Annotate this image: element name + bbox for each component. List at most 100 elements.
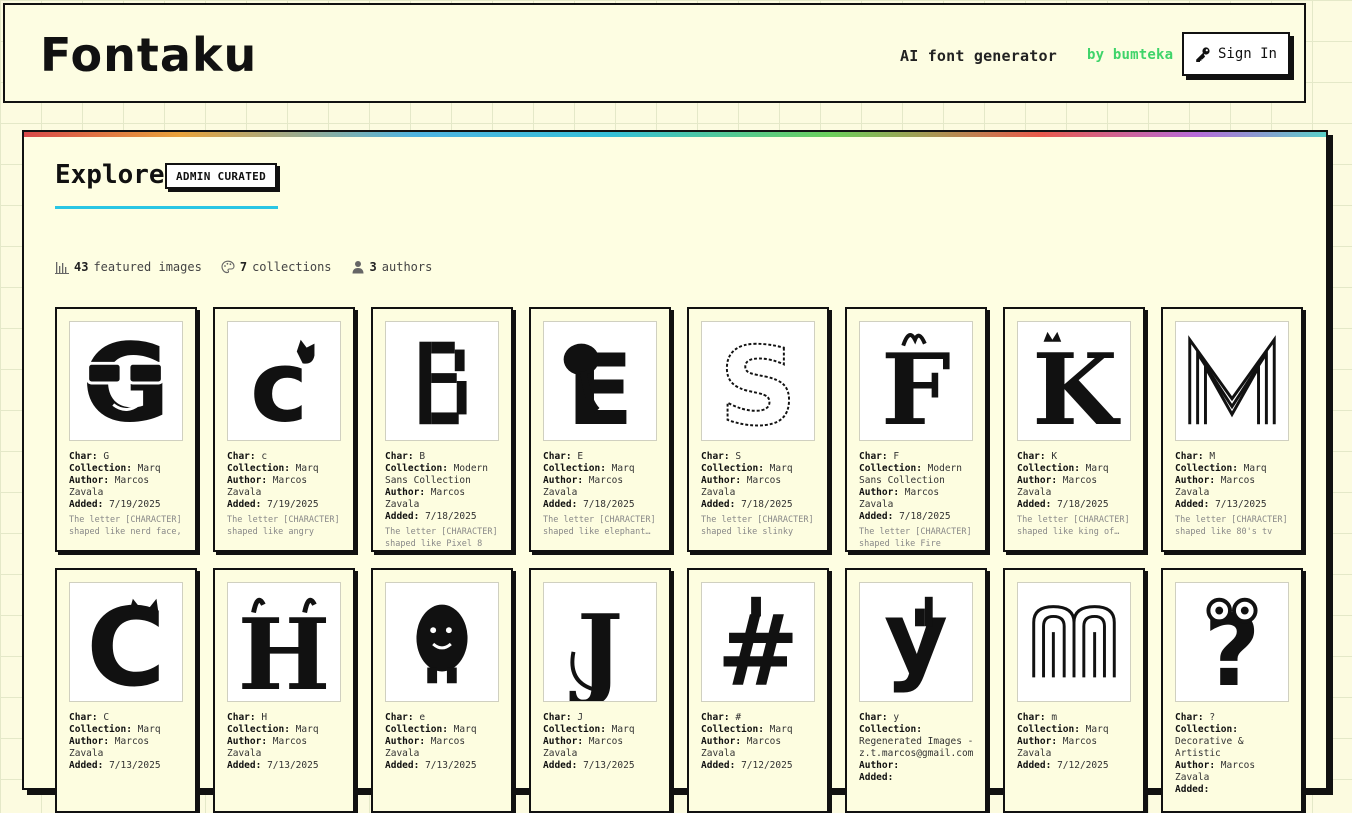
font-card-meta: Char: ? Collection: Decorative & Artistic… bbox=[1175, 712, 1293, 799]
card-prompt: The letter [CHARACTER] shaped like slink… bbox=[701, 515, 814, 537]
card-added-label: Added: bbox=[543, 760, 578, 771]
font-card-meta: Char: B Collection: Modern Sans Collectio… bbox=[385, 451, 503, 550]
card-collection: Collection: Marq bbox=[385, 724, 503, 736]
font-card-meta: Char: K Collection: Marq Author: Marcos Za… bbox=[1017, 451, 1135, 538]
card-collection: Collection: Marq bbox=[543, 724, 661, 736]
font-card-image[interactable]: C bbox=[69, 582, 183, 702]
card-author: Author: Marcos Zavala bbox=[1017, 475, 1135, 499]
font-card-image[interactable]: c bbox=[227, 321, 341, 441]
font-card[interactable]: G Char: G Collection: Marq Author: Marcos Z… bbox=[55, 307, 197, 552]
card-added-label: Added: bbox=[227, 760, 262, 771]
svg-text:F: F bbox=[881, 333, 951, 440]
card-added-label: Added: bbox=[1175, 499, 1210, 510]
card-author-label: Author: bbox=[543, 475, 584, 486]
font-card[interactable]: Char: m Collection: Marq Author: Marcos Za… bbox=[1003, 568, 1145, 813]
card-added: Added: 7/18/2025 bbox=[543, 499, 661, 511]
card-collection-value: Decorative & Artistic bbox=[1175, 736, 1244, 759]
card-collection-label: Collection: bbox=[543, 724, 606, 735]
card-char-label: Char: bbox=[69, 451, 98, 462]
font-card-image[interactable] bbox=[1017, 582, 1131, 702]
font-card-image[interactable]: ? bbox=[1175, 582, 1289, 702]
card-char-label: Char: bbox=[543, 451, 572, 462]
card-char-value: H bbox=[261, 712, 268, 723]
card-collection: Collection: Marq bbox=[1175, 463, 1293, 475]
font-card[interactable]: H Char: H Collection: Marq Author: Marcos Z… bbox=[213, 568, 355, 813]
card-char: Char: K bbox=[1017, 451, 1135, 463]
svg-text:K: K bbox=[1032, 333, 1121, 440]
card-collection-value: Marq bbox=[137, 463, 161, 474]
font-card[interactable]: ? Char: ? Collection: Decorative & Artisti… bbox=[1161, 568, 1303, 813]
font-card[interactable]: K Char: K Collection: Marq Author: Marcos Z… bbox=[1003, 307, 1145, 552]
font-card-image[interactable] bbox=[385, 321, 499, 441]
font-card[interactable]: Char: B Collection: Modern Sans Collectio… bbox=[371, 307, 513, 552]
font-card-image[interactable]: F bbox=[859, 321, 973, 441]
card-added: Added: 7/19/2025 bbox=[227, 499, 345, 511]
collections-label: collections bbox=[252, 260, 332, 274]
card-char: Char: S bbox=[701, 451, 819, 463]
font-card[interactable]: y Char: y Collection: Regenerated Images -… bbox=[845, 568, 987, 813]
font-card[interactable]: E Char: E Collection: Marq Author: Marcos Z… bbox=[529, 307, 671, 552]
stat-collections: 7 collections bbox=[221, 260, 332, 274]
font-card[interactable]: Char: M Collection: Marq Author: Marcos Za… bbox=[1161, 307, 1303, 552]
glyph-art: H bbox=[238, 597, 331, 701]
sign-in-label: Sign In bbox=[1217, 46, 1277, 62]
font-card-image[interactable] bbox=[1175, 321, 1289, 441]
logo[interactable]: Fontaku bbox=[40, 25, 257, 85]
font-card-image[interactable]: # bbox=[701, 582, 815, 702]
card-collection: Collection: Marq bbox=[69, 724, 187, 736]
font-card-image[interactable]: G bbox=[69, 321, 183, 441]
card-added-label: Added: bbox=[701, 760, 736, 771]
sign-in-button[interactable]: Sign In bbox=[1182, 32, 1290, 76]
stat-images: 43 featured images bbox=[55, 260, 202, 274]
card-collection: Collection: Marq bbox=[701, 463, 819, 475]
font-card-image[interactable]: H bbox=[227, 582, 341, 702]
font-card-image[interactable]: E bbox=[543, 321, 657, 441]
card-collection-value: Marq bbox=[769, 463, 793, 474]
card-char: Char: e bbox=[385, 712, 503, 724]
card-added: Added: 7/18/2025 bbox=[385, 511, 503, 523]
card-author: Author: Marcos Zavala bbox=[1175, 760, 1293, 784]
nav-by-author-link[interactable]: by bumteka bbox=[1087, 47, 1173, 63]
svg-text:H: H bbox=[238, 598, 331, 701]
card-char: Char: G bbox=[69, 451, 187, 463]
card-collection: Collection: Modern Sans Collection bbox=[859, 463, 977, 487]
card-collection-value: Marq bbox=[611, 724, 635, 735]
card-author: Author: Marcos Zavala bbox=[701, 736, 819, 760]
font-card-image[interactable]: S bbox=[701, 321, 815, 441]
font-card[interactable]: S Char: S Collection: Marq Author: Marcos Z… bbox=[687, 307, 829, 552]
card-author: Author: Marcos Zavala bbox=[1175, 475, 1293, 499]
card-author: Author: bbox=[859, 760, 977, 772]
authors-count: 3 bbox=[369, 260, 377, 274]
card-char-label: Char: bbox=[1017, 451, 1046, 462]
font-card-image[interactable]: J bbox=[543, 582, 657, 702]
font-card[interactable]: c Char: c Collection: Marq Author: Marcos Z… bbox=[213, 307, 355, 552]
nav-ai-font-generator[interactable]: AI font generator bbox=[900, 47, 1057, 65]
glyph-art: y bbox=[884, 583, 948, 695]
font-card[interactable]: C Char: C Collection: Marq Author: Marcos Z… bbox=[55, 568, 197, 813]
font-card[interactable]: Char: e Collection: Marq Author: Marcos Za… bbox=[371, 568, 513, 813]
card-char-label: Char: bbox=[69, 712, 98, 723]
font-card-meta: Char: M Collection: Marq Author: Marcos Za… bbox=[1175, 451, 1293, 538]
font-card[interactable]: # Char: # Collection: Marq Author: Marcos Z… bbox=[687, 568, 829, 813]
page-title: Explore bbox=[55, 160, 165, 190]
card-char-label: Char: bbox=[1175, 451, 1204, 462]
glyph-art bbox=[1188, 335, 1276, 425]
font-card-image[interactable]: K bbox=[1017, 321, 1131, 441]
font-card[interactable]: J Char: J Collection: Marq Author: Marcos Z… bbox=[529, 568, 671, 813]
card-author-label: Author: bbox=[859, 487, 900, 498]
font-card[interactable]: F Char: F Collection: Modern Sans Collecti… bbox=[845, 307, 987, 552]
card-char-label: Char: bbox=[543, 712, 572, 723]
font-card-image[interactable]: y bbox=[859, 582, 973, 702]
card-char: Char: M bbox=[1175, 451, 1293, 463]
explore-panel: Explore ADMIN CURATED 43 featured images… bbox=[22, 130, 1328, 813]
font-card-image[interactable] bbox=[385, 582, 499, 702]
font-card-meta: Char: H Collection: Marq Author: Marcos Za… bbox=[227, 712, 345, 775]
card-char-label: Char: bbox=[859, 712, 888, 723]
card-author-label: Author: bbox=[543, 736, 584, 747]
card-collection-value: Marq bbox=[295, 724, 319, 735]
card-collection-value: Marq bbox=[295, 463, 319, 474]
card-char-label: Char: bbox=[701, 712, 730, 723]
card-collection-label: Collection: bbox=[543, 463, 606, 474]
card-author: Author: Marcos Zavala bbox=[385, 736, 503, 760]
card-char-value: m bbox=[1051, 712, 1058, 723]
